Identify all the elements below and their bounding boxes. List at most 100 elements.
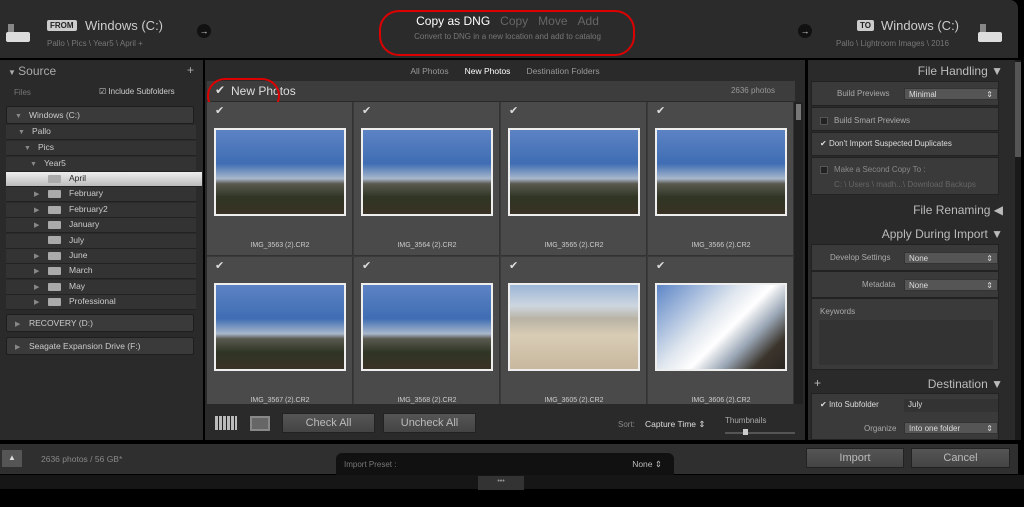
tab-new-photos[interactable]: New Photos [465,66,511,76]
photo-cell[interactable]: ✔ IMG_3564 (2).CR2 [354,102,500,256]
check-all-button[interactable]: Check All [282,413,375,433]
folder-item[interactable]: July [6,233,196,249]
photo-checkbox[interactable]: ✔ [215,104,224,117]
import-status: 2636 photos / 56 GB* [41,454,123,464]
expand-icon[interactable]: ▶ [34,298,48,306]
photo-checkbox[interactable]: ✔ [656,104,665,117]
photo-thumbnail[interactable] [508,283,640,371]
folder-icon [48,205,61,214]
tree-item[interactable]: ▼ Pallo [6,125,196,140]
photo-filename: IMG_3565 (2).CR2 [544,242,604,249]
expand-icon[interactable]: ▶ [34,190,48,198]
photo-thumbnail[interactable] [214,128,346,216]
expand-icon[interactable]: ▶ [34,252,48,260]
from-drive-select[interactable]: Windows (C:) [85,18,163,33]
metadata-select[interactable]: None ⇕ [904,279,998,291]
photo-filename: IMG_3606 (2).CR2 [691,397,751,404]
expand-icon[interactable]: ▶ [34,283,48,291]
group-header: ✔ New Photos 2636 photos [207,81,795,101]
folder-icon [48,236,61,245]
folder-item[interactable]: ▶ February2 [6,202,196,218]
grid-view-icon[interactable] [215,416,237,430]
import-button[interactable]: Import [806,448,904,468]
from-label: FROM [47,20,77,31]
tree-item[interactable]: ▼ Year5 [6,157,196,172]
photo-cell[interactable]: ✔ IMG_3606 (2).CR2 [648,257,794,404]
volume-recovery[interactable]: ▶ RECOVERY (D:) [6,314,194,332]
folder-item[interactable]: ▶ January [6,218,196,234]
apply-during-import-header[interactable]: Apply During Import ▼ [882,227,1003,241]
expand-icon[interactable]: ▶ [34,206,48,214]
photo-cell[interactable]: ✔ IMG_3568 (2).CR2 [354,257,500,404]
file-renaming-header[interactable]: File Renaming ◀ [913,203,1003,217]
into-subfolder-checkbox[interactable]: ✔ Into Subfolder [820,400,879,409]
tab-all-photos[interactable]: All Photos [410,66,448,76]
photo-checkbox[interactable]: ✔ [656,259,665,272]
add-source-icon[interactable]: + [187,63,194,77]
smart-previews-checkbox[interactable]: Build Smart Previews [811,107,999,131]
folder-item[interactable]: ▶ June [6,249,196,264]
grid-scrollbar[interactable] [794,102,803,404]
file-handling-header[interactable]: File Handling ▼ [918,64,1003,78]
volume-seagate[interactable]: ▶ Seagate Expansion Drive (F:) [6,337,194,355]
second-copy-path: C: \ Users \ madh...\ Download Backups [834,180,976,189]
import-preset-select[interactable]: None ⇕ [632,459,662,470]
photo-thumbnail[interactable] [214,283,346,371]
folder-item[interactable]: ▶ Professional [6,295,196,311]
photo-cell[interactable]: ✔ IMG_3566 (2).CR2 [648,102,794,256]
photo-cell[interactable]: ✔ IMG_3565 (2).CR2 [501,102,647,256]
photo-thumbnail[interactable] [508,128,640,216]
keywords-input[interactable] [819,320,993,365]
organize-select[interactable]: Into one folder ⇕ [904,422,998,434]
photo-thumbnail[interactable] [361,283,493,371]
photo-checkbox[interactable]: ✔ [215,259,224,272]
include-subfolders-checkbox[interactable]: ☑ Include Subfolders [99,87,175,96]
build-previews-select[interactable]: Minimal ⇕ [904,88,998,100]
tree-item[interactable]: ▼ Pics [6,141,196,156]
collapse-up-icon[interactable]: ▲ [2,450,22,467]
folder-item[interactable]: ▶ May [6,279,196,295]
filmstrip-handle[interactable]: ••• [478,476,524,490]
arrow-right-icon: → [798,24,812,38]
develop-settings-row: Develop Settings None ⇕ [811,244,999,271]
to-label: TO [857,20,874,31]
to-drive-select[interactable]: Windows (C:) [881,18,959,33]
photo-cell[interactable]: ✔ IMG_3567 (2).CR2 [207,257,353,404]
add-destination-icon[interactable]: + [814,376,821,390]
photo-cell[interactable]: ✔ IMG_3563 (2).CR2 [207,102,353,256]
folder-label: May [69,280,86,291]
photo-checkbox[interactable]: ✔ [362,259,371,272]
folder-label: March [69,265,93,276]
destination-header[interactable]: Destination ▼ [928,377,1003,391]
subfolder-input[interactable]: July [904,399,998,412]
photo-checkbox[interactable]: ✔ [362,104,371,117]
folder-label: February2 [69,203,108,214]
expand-icon[interactable]: ▶ [34,267,48,275]
no-duplicates-checkbox[interactable]: ✔ Don't Import Suspected Duplicates [811,132,999,156]
folder-item[interactable]: April [6,172,202,187]
folder-item[interactable]: ▶ February [6,187,196,203]
folder-label: February [69,188,104,199]
volume-windows[interactable]: ▼ Windows (C:) [6,106,194,124]
expand-icon[interactable]: ▶ [34,221,48,229]
source-panel-title[interactable]: ▼ Source [8,64,56,78]
cancel-button[interactable]: Cancel [911,448,1010,468]
photo-checkbox[interactable]: ✔ [509,259,518,272]
second-copy-row[interactable]: Make a Second Copy To : C: \ Users \ madh… [811,157,999,195]
photo-cell[interactable]: ✔ IMG_3605 (2).CR2 [501,257,647,404]
arrow-right-icon: → [197,24,211,38]
loupe-view-icon[interactable] [250,416,270,431]
sort-select[interactable]: Capture Time ⇕ [645,419,706,430]
photo-thumbnail[interactable] [655,283,787,371]
photo-checkbox[interactable]: ✔ [509,104,518,117]
thumbnail-size-slider[interactable] [725,429,795,435]
tab-destination-folders[interactable]: Destination Folders [526,66,599,76]
folder-label: Professional [69,296,116,307]
folder-item[interactable]: ▶ March [6,264,196,280]
settings-scrollbar[interactable] [1015,60,1021,440]
to-path: Pallo \ Lightroom Images \ 2016 [836,39,949,48]
photo-thumbnail[interactable] [361,128,493,216]
develop-settings-select[interactable]: None ⇕ [904,252,998,264]
photo-thumbnail[interactable] [655,128,787,216]
uncheck-all-button[interactable]: Uncheck All [383,413,476,433]
